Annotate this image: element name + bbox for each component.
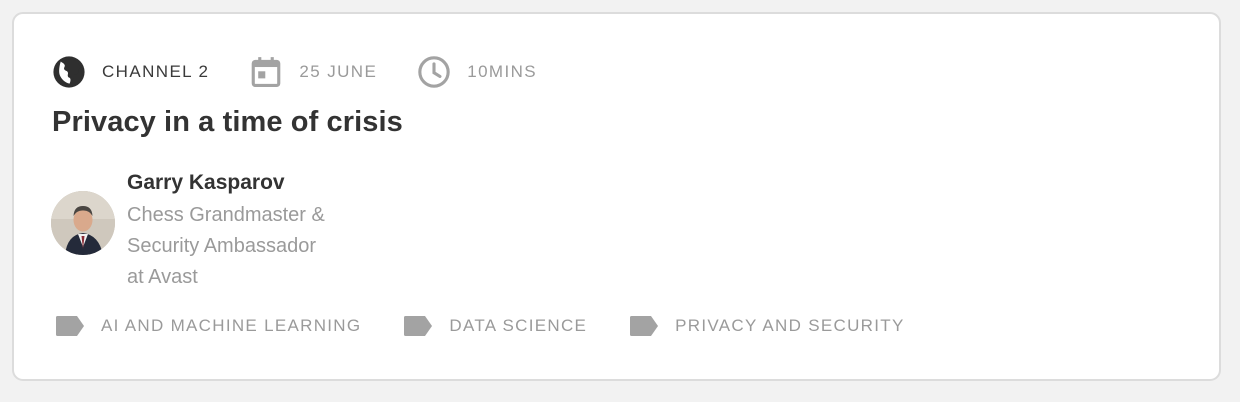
tag-icon (56, 316, 84, 336)
tag-icon (404, 316, 433, 336)
tag-ai-machine-learning[interactable]: AI AND MACHINE LEARNING (55, 315, 361, 337)
channel-label: CHANNEL 2 (102, 62, 210, 81)
tag-privacy-security[interactable]: PRIVACY AND SECURITY (629, 315, 904, 337)
duration-label: 10MINS (467, 62, 538, 81)
channel-meta: CHANNEL 2 (52, 55, 209, 89)
date-label: 25 JUNE (299, 62, 378, 81)
speaker[interactable]: Garry Kasparov Chess Grandmaster & Secur… (51, 169, 367, 293)
duration-meta: 10MINS (417, 55, 537, 89)
tag-label: AI AND MACHINE LEARNING (101, 316, 362, 335)
tag-list: AI AND MACHINE LEARNING DATA SCIENCE PRI… (55, 315, 947, 337)
clock-icon (418, 56, 450, 88)
speaker-role-line: Security Ambassador (127, 235, 316, 257)
tag-data-science[interactable]: DATA SCIENCE (403, 315, 587, 337)
globe-icon (53, 56, 85, 88)
date-meta: 25 JUNE (249, 55, 377, 89)
tag-label: PRIVACY AND SECURITY (675, 316, 905, 335)
speaker-name[interactable]: Garry Kasparov (127, 169, 367, 197)
avatar (51, 191, 115, 255)
speaker-role-line: at Avast (127, 266, 198, 288)
speaker-photo (51, 191, 115, 255)
session-card[interactable]: CHANNEL 2 25 JUNE 10MINS Privacy in a ti… (12, 12, 1221, 381)
session-title[interactable]: Privacy in a time of crisis (52, 106, 403, 139)
tag-icon (630, 316, 659, 336)
session-meta: CHANNEL 2 25 JUNE 10MINS (52, 54, 577, 90)
speaker-info: Garry Kasparov Chess Grandmaster & Secur… (127, 169, 367, 293)
tag-label: DATA SCIENCE (449, 316, 588, 335)
speaker-role: Chess Grandmaster & Security Ambassador … (127, 200, 367, 293)
speaker-role-line: Chess Grandmaster & (127, 204, 325, 226)
calendar-icon (252, 57, 281, 88)
